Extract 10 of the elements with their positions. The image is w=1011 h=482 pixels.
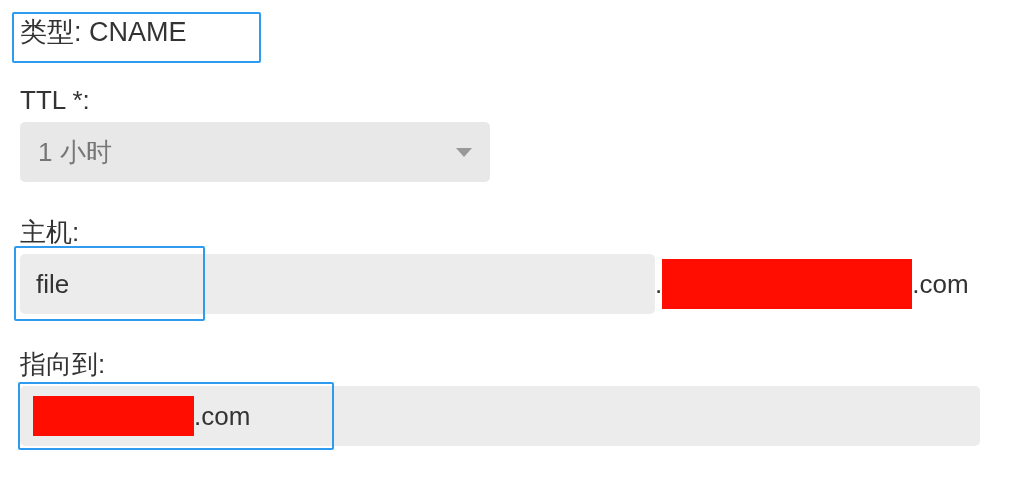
target-field[interactable]: .com [20, 386, 980, 446]
target-label: 指向到: [20, 348, 107, 380]
host-label: 主机: [20, 216, 81, 248]
domain-suffix: .com [912, 268, 969, 300]
domain-dot: . [655, 268, 663, 300]
host-field[interactable]: file [20, 254, 655, 314]
target-value: .com [194, 400, 251, 432]
record-type: 类型: CNAME [20, 16, 187, 49]
ttl-label: TTL *: [20, 84, 91, 116]
caret-icon [456, 147, 472, 157]
